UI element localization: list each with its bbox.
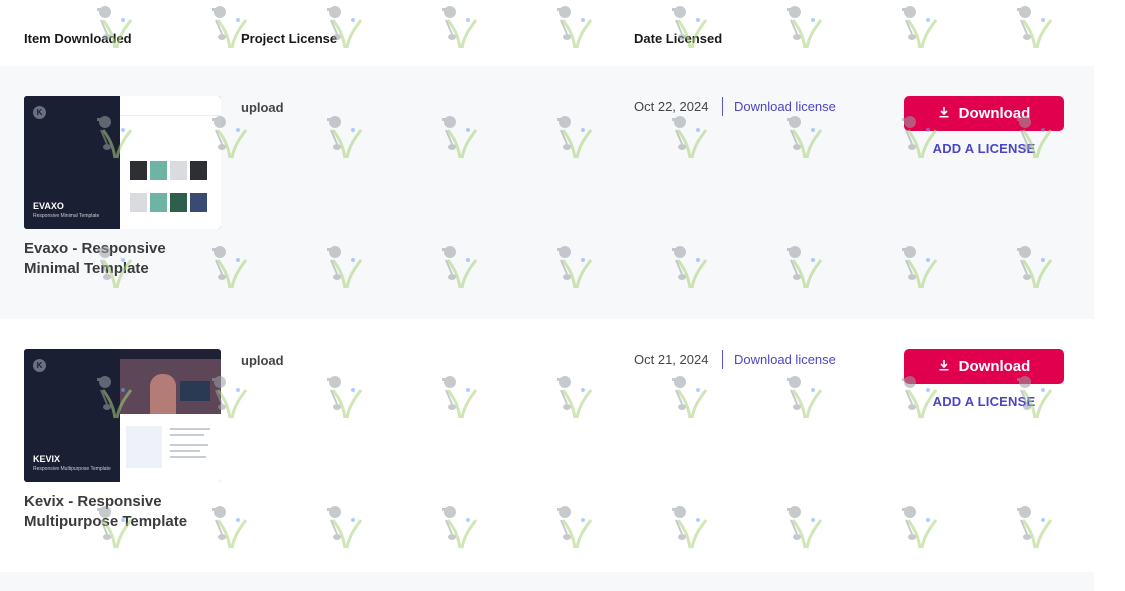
thumbnail-preview-section <box>120 414 221 482</box>
date-licensed-value: Oct 21, 2024 <box>634 352 709 367</box>
table-header: Item Downloaded Project License Date Lic… <box>0 0 1094 66</box>
vertical-divider <box>722 350 723 369</box>
project-license-value: upload <box>241 100 284 115</box>
download-arrow-icon <box>938 105 950 122</box>
item-thumbnail[interactable]: K EVAXO Responsive Minimal Template <box>24 96 221 229</box>
k-logo-icon: K <box>33 359 46 372</box>
download-button-label: Download <box>958 105 1031 122</box>
project-license-value: upload <box>241 353 284 368</box>
add-a-license-link[interactable]: ADD A LICENSE <box>904 394 1064 409</box>
thumbnail-preview-page <box>120 116 221 229</box>
download-button-label: Download <box>958 358 1031 375</box>
thumbnail-template-name: EVAXO <box>33 201 64 211</box>
table-row: K KEVIX Responsive Multipurpose Template… <box>0 319 1094 572</box>
download-button[interactable]: Download <box>904 96 1064 131</box>
add-a-license-link[interactable]: ADD A LICENSE <box>904 141 1064 156</box>
download-button[interactable]: Download <box>904 349 1064 384</box>
column-header-date-licensed: Date Licensed <box>634 31 723 46</box>
column-header-item-downloaded: Item Downloaded <box>24 31 132 46</box>
item-title[interactable]: Kevix - Responsive Multipurpose Template <box>24 492 224 532</box>
table-row: K EVAXO Responsive Minimal Template Evax… <box>0 66 1094 319</box>
thumbnail-template-subtitle: Responsive Multipurpose Template <box>33 466 111 472</box>
table-row-partial <box>0 572 1094 591</box>
column-header-project-license: Project License <box>241 31 338 46</box>
thumbnail-template-name: KEVIX <box>33 454 61 464</box>
item-title[interactable]: Evaxo - Responsive Minimal Template <box>24 239 224 279</box>
k-logo-icon: K <box>33 106 46 119</box>
download-license-link[interactable]: Download license <box>734 99 836 114</box>
thumbnail-hero-image <box>120 359 221 414</box>
vertical-divider <box>722 97 723 116</box>
thumbnail-preview-header <box>120 96 221 116</box>
date-licensed-value: Oct 22, 2024 <box>634 99 709 114</box>
download-arrow-icon <box>938 358 950 375</box>
download-license-link[interactable]: Download license <box>734 352 836 367</box>
item-thumbnail[interactable]: K KEVIX Responsive Multipurpose Template <box>24 349 221 482</box>
thumbnail-template-subtitle: Responsive Minimal Template <box>33 213 100 219</box>
